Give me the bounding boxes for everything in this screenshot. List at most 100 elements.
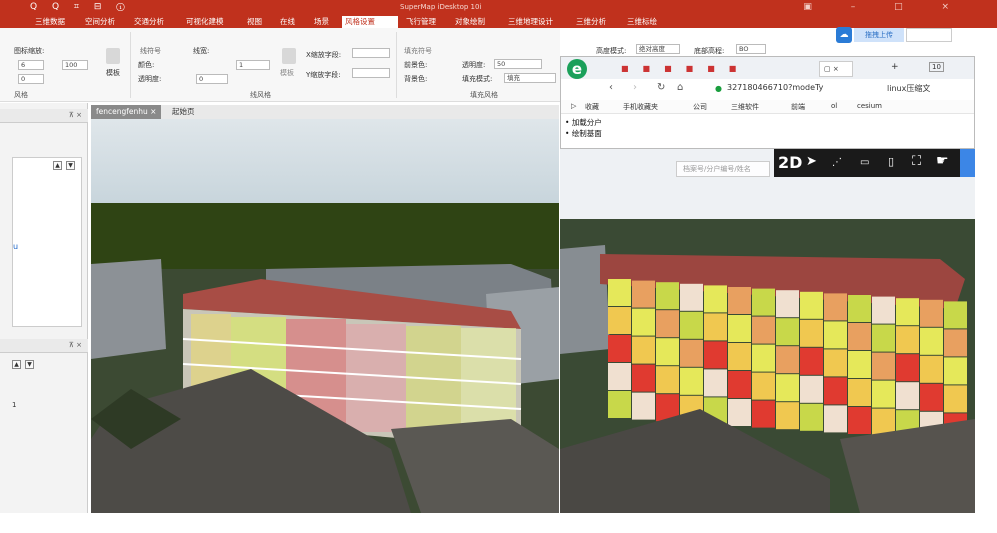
browser-tabs[interactable]: ■■■■■■ [621,64,750,73]
x-scale-select[interactable] [352,48,390,58]
list-item-draw-base[interactable]: • 绘制基面 [561,128,974,139]
menu-3d-data[interactable]: 三维数据 [32,16,68,28]
tab-start-page[interactable]: 起始页 [167,105,200,119]
fore-color-label: 前景色: [404,61,428,69]
menu-3d-plot[interactable]: 三维标绘 [624,16,660,28]
icon-offset-input[interactable]: 0 [18,74,44,84]
facade-cell [656,310,679,338]
browser-logo-icon: e [567,59,587,79]
layer-item[interactable]: 1 [12,401,16,409]
group-line-style-label: 线风格 [250,91,271,99]
upload-input[interactable] [906,28,952,42]
page-action-list: • 加载分户 • 绘制基面 [561,117,974,139]
quick-access-toolbar[interactable]: Q Q ⌗ ⊟ ⓘ [30,2,131,12]
scroll-down-button[interactable]: ▼ [25,360,34,369]
bookmarks-toggle-icon[interactable]: ▷ [571,102,576,110]
menu-visual-modeling[interactable]: 可视化建模 [183,16,227,28]
menu-flight[interactable]: 飞行管理 [403,16,439,28]
bookmark-cesium[interactable]: cesium [857,102,882,110]
side-tab[interactable] [960,149,975,177]
scroll-down-button[interactable]: ▼ [66,161,75,170]
menu-style-settings[interactable]: 风格设置 [342,16,398,28]
bookmark-favorites[interactable]: 收藏 [585,102,599,112]
facade-cell [776,374,799,402]
pointer-icon[interactable]: ☛ [936,153,949,169]
measure-icon[interactable]: ⋰ [832,157,842,168]
menu-online[interactable]: 在线 [277,16,298,28]
menu-traffic-analysis[interactable]: 交通分析 [131,16,167,28]
list-item-load-households[interactable]: • 加载分户 [561,117,974,128]
fill-transparency-input[interactable]: 50 [494,59,542,69]
search-input[interactable]: 档案号/分户编号/姓名 [676,161,770,177]
ruler-icon[interactable]: ▭ [860,157,869,168]
document-tabs: fencengfenhu × 起始页 [91,105,559,119]
upload-widget[interactable]: ☁ 拖拽上传 [836,27,952,43]
facade-cell [704,341,727,369]
layer-tree[interactable]: ▲ ▼ 1 [12,357,82,512]
window-controls[interactable]: ▣ – □ × [803,2,967,12]
template-icon[interactable] [106,48,120,64]
facade-cell [824,349,847,377]
bookmark-mobile[interactable]: 手机收藏夹 [623,102,658,112]
fill-mode-select[interactable]: 填充 [504,73,556,83]
bookmark-3d-software[interactable]: 三维软件 [731,102,759,112]
scene-view-desktop[interactable] [91,119,559,513]
extension-button[interactable]: linux压缩文 [887,83,930,94]
new-tab-button[interactable]: + [891,62,899,72]
bottom-elevation-input[interactable]: BO [736,44,766,54]
menu-spatial-analysis[interactable]: 空间分析 [82,16,118,28]
reload-icon[interactable]: ↻ [657,82,665,93]
height-icon[interactable]: ▯ [888,155,894,168]
menu-3d-analysis[interactable]: 三维分析 [573,16,609,28]
facade-cell [728,287,751,314]
mode-2d-button[interactable]: 2D [778,153,802,172]
line-symbol-button[interactable]: 线符号 [140,46,161,56]
tree-item[interactable]: u [13,242,18,251]
scene-view-browser[interactable] [560,149,975,513]
left-panel: ⊼ × ▲ ▼ u ⊼ × ▲ ▼ 1 [0,103,88,513]
facade-cell [920,355,943,383]
height-mode-select[interactable]: 绝对高度 [636,44,680,54]
group-style-label: 风格 [14,91,28,99]
line-template-icon[interactable] [282,48,296,64]
area-icon[interactable]: ⛶ [912,154,921,169]
pin-close-icon[interactable]: ⊼ × [69,341,82,349]
template-button[interactable]: 模板 [106,68,120,78]
facade-cell [680,367,703,395]
bookmark-frontend[interactable]: 前端 [791,102,805,112]
tab-count-icon[interactable]: 10 [929,62,944,72]
facade-cell [920,383,943,411]
facade-cell [752,372,775,400]
y-scale-label: Y缩放字段: [306,71,341,79]
pin-close-icon[interactable]: ⊼ × [69,111,82,119]
menu-object-draw[interactable]: 对象绘制 [452,16,488,28]
bookmark-ol[interactable]: ol [831,102,837,110]
y-scale-select[interactable] [352,68,390,78]
home-icon[interactable]: ⌂ [677,82,683,93]
scroll-up-button[interactable]: ▲ [53,161,62,170]
facade-cell [608,279,631,306]
address-bar[interactable]: 327180466710?modeTy [727,83,847,92]
line-transparency-input[interactable]: 0 [196,74,228,84]
facade-cell [680,283,703,311]
line-template-button[interactable]: 模板 [280,68,294,78]
back-icon[interactable]: ‹ [609,82,613,93]
facade-cell [872,296,895,324]
bookmark-company[interactable]: 公司 [693,102,707,112]
fill-symbol-button[interactable]: 填充符号 [404,46,432,56]
icon-scale-input[interactable]: 6 [18,60,44,70]
menu-3d-geodesign[interactable]: 三维地理设计 [505,16,556,28]
tab-fencengfenhu[interactable]: fencengfenhu × [91,105,162,119]
forward-icon[interactable]: › [633,82,637,93]
menu-view[interactable]: 视图 [244,16,265,28]
active-browser-tab[interactable]: ▢ × [819,61,853,77]
sky [91,119,559,203]
facade-cell [632,308,655,336]
workspace-tree[interactable]: ▲ ▼ u [12,157,82,327]
menu-scene[interactable]: 场景 [311,16,332,28]
facade-cell [848,295,871,322]
scroll-up-button[interactable]: ▲ [12,360,21,369]
compass-icon[interactable]: ➤ [806,154,817,169]
line-width-input[interactable]: 1 [236,60,270,70]
icon-scale-percent[interactable]: 100 [62,60,88,70]
